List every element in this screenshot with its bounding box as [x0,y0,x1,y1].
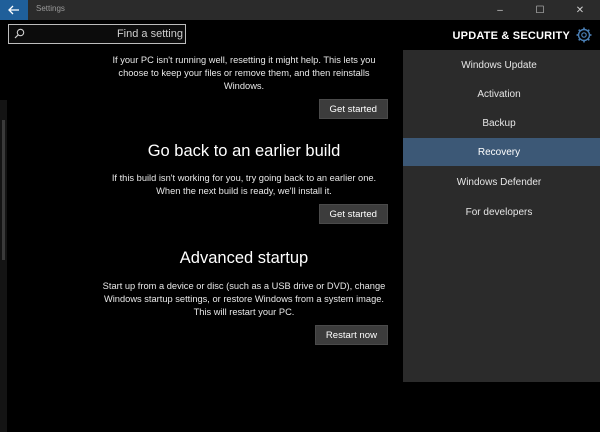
gear-icon [576,27,592,43]
advanced-startup-title: Advanced startup [179,249,309,267]
window-title: Settings [36,4,65,13]
close-button[interactable]: ✕ [560,0,600,20]
sidebar-item-windows-defender[interactable]: Windows Defender [403,168,600,196]
sidebar-item-backup[interactable]: Backup [403,109,600,137]
sidebar-item-label: Recovery [477,146,521,158]
advanced-startup-section: Advanced startup Start up from a device … [100,249,388,345]
search-input[interactable] [27,26,185,42]
go-back-section: Go back to an earlier build If this buil… [100,142,388,224]
sidebar-item-label: Windows Update [461,59,537,71]
sidebar-nav: Windows Update Activation Backup Recover… [403,50,600,382]
sidebar-item-label: Backup [482,117,516,129]
scroll-thumb[interactable] [2,120,5,260]
go-back-title: Go back to an earlier build [147,142,341,160]
search-icon [14,28,25,39]
sidebar-item-activation[interactable]: Activation [403,80,600,108]
go-back-description: If this build isn't working for you, try… [111,173,377,196]
reset-description: If your PC isn't running well, resetting… [112,55,376,91]
go-back-get-started-button[interactable]: Get started [318,204,388,224]
sidebar-item-windows-update[interactable]: Windows Update [403,51,600,79]
reset-get-started-button[interactable]: Get started [318,99,388,119]
advanced-startup-description: Start up from a device or disc (such as … [102,281,386,317]
reset-pc-section: If your PC isn't running well, resetting… [100,54,388,119]
sidebar-item-for-developers[interactable]: For developers [403,198,600,226]
scrollbar[interactable] [0,100,7,432]
window-controls: – ☐ ✕ [480,0,600,20]
sidebar-item-label: For developers [465,206,533,218]
title-bar: Settings – ☐ ✕ [0,0,600,20]
back-button[interactable] [0,0,28,20]
section-title: UPDATE & SECURITY [452,30,570,42]
sidebar-item-label: Activation [477,88,521,100]
sidebar-item-label: Windows Defender [456,176,542,188]
recovery-content: If your PC isn't running well, resetting… [0,50,403,432]
header: UPDATE & SECURITY [0,20,600,50]
sidebar-item-recovery[interactable]: Recovery [403,138,600,166]
search-box[interactable] [8,24,186,44]
back-arrow-icon [8,5,19,15]
maximize-button[interactable]: ☐ [520,0,560,20]
restart-now-button[interactable]: Restart now [314,325,388,345]
minimize-button[interactable]: – [480,0,520,20]
